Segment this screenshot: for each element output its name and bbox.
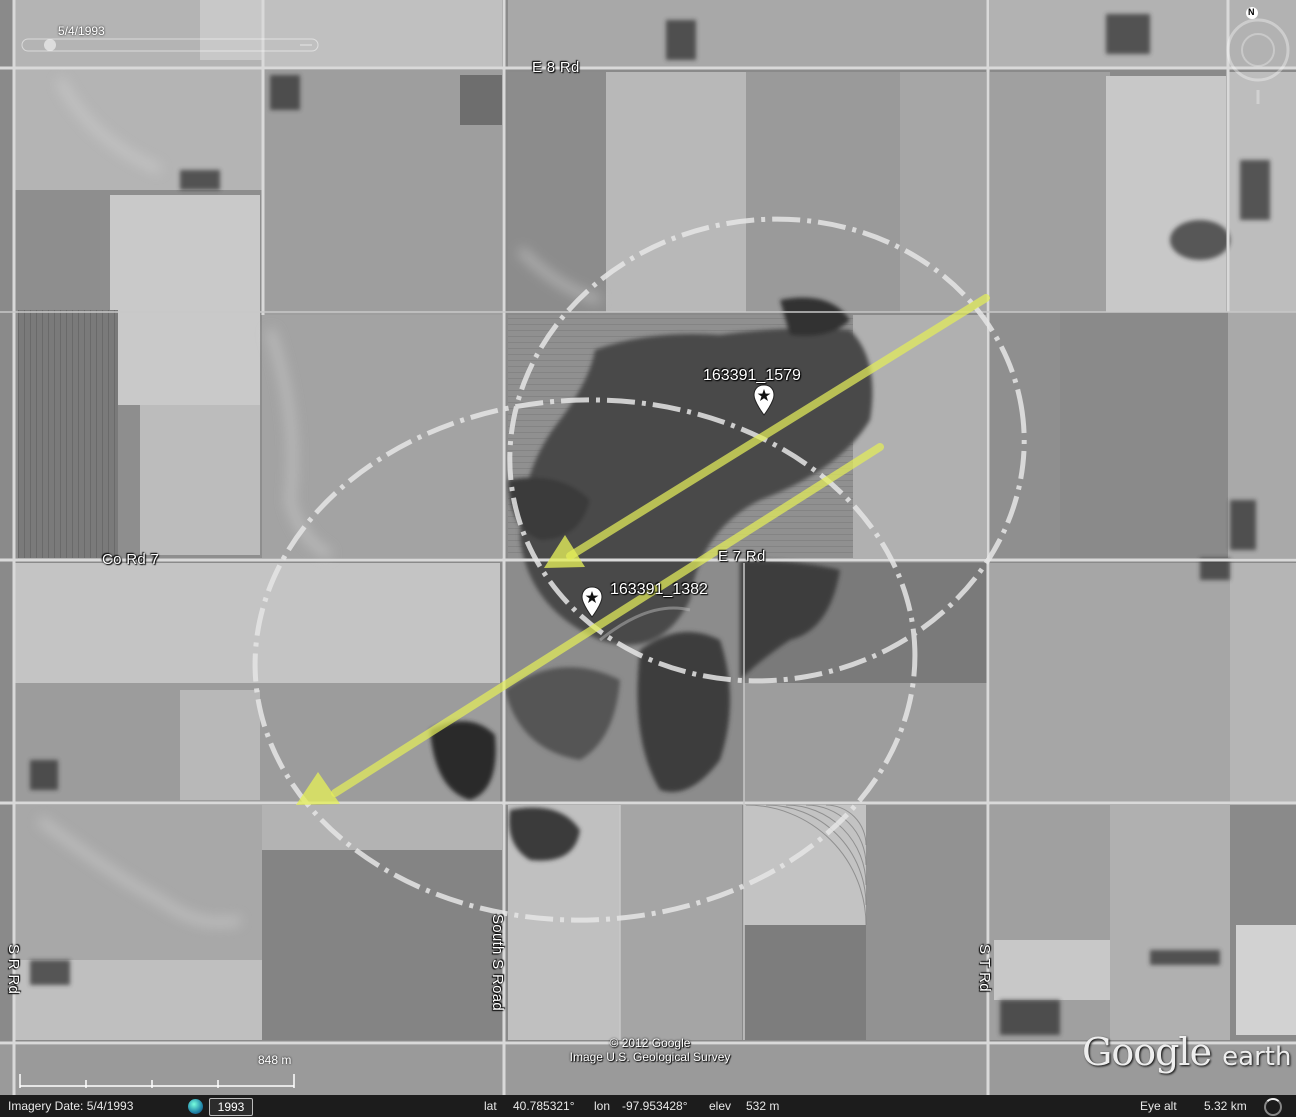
placemark-label-1579[interactable]: 163391_1579 [703, 367, 801, 385]
globe-icon[interactable] [188, 1099, 203, 1114]
road-label-south-s: South S Road [489, 914, 506, 1011]
road-label-s-t: S T Rd [976, 944, 993, 992]
lon-value: -97.953428° [622, 1099, 688, 1113]
lat-value: 40.785321° [513, 1099, 575, 1113]
placemark-label-1382[interactable]: 163391_1382 [610, 581, 708, 599]
star-pin-icon[interactable] [753, 384, 775, 416]
logo-earth: earth [1222, 1042, 1292, 1072]
elev-label: elev [709, 1099, 732, 1113]
copyright-notice: © 2012 Google Image U.S. Geological Surv… [540, 1036, 760, 1064]
scale-bar [19, 1074, 295, 1088]
eye-alt-value: 5.32 km [1204, 1099, 1247, 1113]
navigation-compass-icon[interactable] [1218, 6, 1290, 106]
historical-imagery-slider[interactable] [20, 36, 320, 54]
google-earth-logo: Google earth [1082, 1030, 1291, 1074]
aerial-imagery[interactable] [0, 0, 1296, 1095]
imagery-source-line: Image U.S. Geological Survey [569, 1050, 731, 1064]
eye-alt-label: Eye alt [1140, 1099, 1177, 1113]
elev-value: 532 m [746, 1099, 780, 1113]
scale-label: 848 m [258, 1053, 292, 1067]
compass-north-label: N [1248, 7, 1255, 17]
slider-handle-icon [44, 39, 56, 51]
copyright-line: © 2012 Google [609, 1036, 691, 1050]
road-label-e8: E 8 Rd [532, 59, 580, 76]
road-label-co7: Co Rd 7 [102, 551, 160, 568]
road-label-s-r: S R Rd [5, 944, 22, 995]
logo-google: Google [1082, 1030, 1212, 1074]
lon-label: lon [594, 1099, 611, 1113]
historical-year-button[interactable]: 1993 [209, 1098, 253, 1116]
streaming-progress-icon [1264, 1098, 1282, 1116]
lat-label: lat [484, 1099, 497, 1113]
road-label-e7: E 7 Rd [718, 548, 766, 565]
star-pin-icon[interactable] [581, 586, 603, 618]
imagery-date-label: Imagery Date: 5/4/1993 [8, 1099, 134, 1113]
map-viewport[interactable]: 5/4/1993 N E 8 Rd Co Rd 7 E 7 Rd South S… [0, 0, 1296, 1117]
